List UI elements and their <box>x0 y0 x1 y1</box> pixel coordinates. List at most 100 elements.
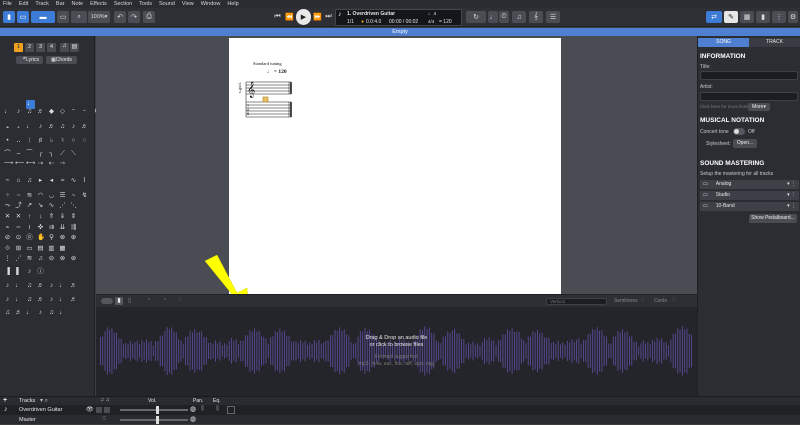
palette-tool-icon[interactable]: ♬ <box>81 123 88 130</box>
palette-tool-icon[interactable]: ♪ <box>26 268 33 275</box>
mastering-effect-row[interactable]: ▭ Analog ▾ ⋮ <box>700 180 799 189</box>
audio-toggle[interactable] <box>101 298 113 304</box>
menu-item-sound[interactable]: Sound <box>159 1 175 7</box>
palette-tool-icon[interactable]: ⋱ <box>70 202 77 209</box>
volume-slider[interactable] <box>120 409 188 411</box>
palette-tool-icon[interactable]: ○ <box>70 137 77 144</box>
show-pedalboard-button[interactable]: Show Pedalboard... <box>749 214 797 223</box>
palette-tool-icon[interactable]: ♪ <box>15 108 22 115</box>
palette-tool-icon[interactable]: ♪ <box>48 282 55 289</box>
mastering-effect-row[interactable]: ▭ 10-Band ▾ ⋮ <box>700 202 799 211</box>
rewind-icon[interactable]: ⏪ <box>284 11 295 23</box>
palette-tool-icon[interactable]: ◡ <box>48 192 55 199</box>
loop-button[interactable]: ↻ <box>466 11 486 23</box>
master-knob-icon[interactable]: ◌ <box>102 415 106 422</box>
palette-tool-icon[interactable]: ◠ <box>37 192 44 199</box>
tab-song[interactable]: SONG <box>698 38 749 47</box>
palette-tool-icon[interactable]: ✜ <box>37 224 44 231</box>
palette-tool-icon[interactable]: ⊛ <box>70 255 77 262</box>
palette-tool-icon[interactable]: ♭ <box>48 137 55 144</box>
concert-tone-toggle[interactable] <box>733 128 745 135</box>
title-field[interactable] <box>700 71 798 80</box>
palette-tool-icon[interactable]: ⌇ <box>81 177 88 184</box>
undo-icon[interactable]: ↶ <box>114 11 126 23</box>
solo-mute-icons[interactable]: ♫ ♫ <box>100 397 110 403</box>
palette-tool-icon[interactable]: ⇕ <box>70 213 77 220</box>
palette-tool-icon[interactable]: ♫ <box>59 123 66 130</box>
palette-tool-icon[interactable]: ♩ <box>15 296 22 303</box>
lock-icon[interactable]: ▯ <box>128 297 131 304</box>
palette-tool-icon[interactable]: ⊗ <box>59 234 66 241</box>
settings-icon[interactable]: ⚙ <box>788 11 798 23</box>
palette-tool-icon[interactable]: ▤ <box>37 245 44 252</box>
layout-button[interactable]: ▬ <box>31 11 55 23</box>
chords-button[interactable]: ▦Chords <box>46 56 77 64</box>
voice-tab-1[interactable]: 1 <box>14 43 23 52</box>
zoom-select[interactable]: 100% ▾ <box>88 11 110 23</box>
menu-item-view[interactable]: View <box>182 1 194 7</box>
palette-tool-icon[interactable]: ⇉ <box>48 224 55 231</box>
palette-tool-icon[interactable]: ♫ <box>37 255 44 262</box>
palette-tool-icon[interactable]: ◌ <box>81 137 88 144</box>
palette-tool-icon[interactable]: ⁝ <box>26 137 33 144</box>
palette-tool-icon[interactable]: ⋮ <box>4 255 11 262</box>
palette-tool-icon[interactable]: 𝅗 <box>15 123 22 130</box>
master-volume-slider[interactable] <box>120 419 188 421</box>
palette-tool-icon[interactable]: 𝄼 <box>81 108 88 115</box>
palette-tool-icon[interactable]: ♬ <box>37 282 44 289</box>
palette-tool-icon[interactable]: ╭ <box>37 150 44 157</box>
palette-tool-icon[interactable]: ‥ <box>15 137 22 144</box>
palette-tool-icon[interactable]: ♬ <box>70 296 77 303</box>
piano-view-icon[interactable]: ▦ <box>740 11 754 23</box>
palette-tool-icon[interactable]: ⋰ <box>59 202 66 209</box>
palette-tool-icon[interactable]: ✋ <box>37 234 45 241</box>
countdown-icon[interactable]: ⏲ <box>499 11 509 23</box>
palette-tool-icon[interactable]: ⇓ <box>59 213 66 220</box>
palette-tool-icon[interactable]: ♬ <box>70 282 77 289</box>
menu-item-window[interactable]: Window <box>201 1 221 7</box>
palette-tool-icon[interactable]: ▭ <box>26 245 33 252</box>
palette-tool-icon[interactable]: ↗ <box>26 202 33 209</box>
palette-tool-icon[interactable]: ♩ <box>15 282 22 289</box>
palette-tool-icon[interactable]: ▌ <box>15 268 22 275</box>
palette-tool-icon[interactable]: ≀ <box>26 224 33 231</box>
palette-tool-icon[interactable]: ↓ <box>37 213 44 220</box>
palette-tool-icon[interactable]: ⊗ <box>59 255 66 262</box>
track-name[interactable]: Overdriven Guitar <box>19 407 62 413</box>
palette-tool-icon[interactable]: ⋰ <box>15 255 22 262</box>
palette-tool-icon[interactable]: ⟷ <box>26 160 35 167</box>
palette-tool-icon[interactable]: ♩ <box>26 309 33 316</box>
voice-tab-3[interactable]: 3 <box>36 43 45 52</box>
palette-tool-icon[interactable]: 𝄻 <box>70 108 77 115</box>
palette-tool-icon[interactable]: ╮ <box>48 150 55 157</box>
menu-item-section[interactable]: Section <box>114 1 132 7</box>
eq-icon[interactable]: ⫼ <box>201 406 204 413</box>
palette-tool-icon[interactable]: ⊙ <box>15 234 22 241</box>
palette-tool-icon[interactable]: ⁀ <box>26 150 33 157</box>
guitar-view-icon[interactable]: ✎ <box>724 11 738 23</box>
semitones-knob-icon[interactable]: ◌ <box>641 297 645 303</box>
mute-button[interactable] <box>104 407 110 413</box>
palette-tool-icon[interactable]: ⟍ <box>70 150 77 157</box>
tab-track[interactable]: TRACK <box>749 38 800 47</box>
palette-tool-icon[interactable]: ≈ <box>59 177 66 184</box>
eq-bars-icon[interactable]: ⫼ <box>216 406 219 413</box>
palette-tool-icon[interactable]: ◇ <box>59 108 66 115</box>
palette-tool-icon[interactable]: ♪ <box>4 282 11 289</box>
go-end-icon[interactable]: ⏭ <box>323 11 334 23</box>
palette-tool-icon[interactable]: ♬ <box>37 108 44 115</box>
page-view-button[interactable]: ▭ <box>17 11 29 23</box>
palette-tool-icon[interactable]: ▦ <box>59 245 66 252</box>
voice-icon[interactable]: ♫ <box>60 43 69 52</box>
palette-tool-icon[interactable]: ⓘ <box>37 268 44 275</box>
palette-tool-icon[interactable]: ♫ <box>4 309 11 316</box>
forward-icon[interactable]: ⏩ <box>312 11 323 23</box>
cents-knob-icon[interactable]: ◌ <box>672 297 676 303</box>
palette-tool-icon[interactable]: ⊘ <box>4 234 11 241</box>
metronome-icon[interactable]: ♩ <box>488 11 498 23</box>
palette-tool-icon[interactable]: ♯ <box>37 137 44 144</box>
palette-tool-icon[interactable]: ♬ <box>37 296 44 303</box>
zoom-icon[interactable]: ⌕ <box>71 11 87 23</box>
add-track-icon[interactable]: + <box>3 397 7 404</box>
palette-tool-icon[interactable]: ⟵ <box>15 160 24 167</box>
